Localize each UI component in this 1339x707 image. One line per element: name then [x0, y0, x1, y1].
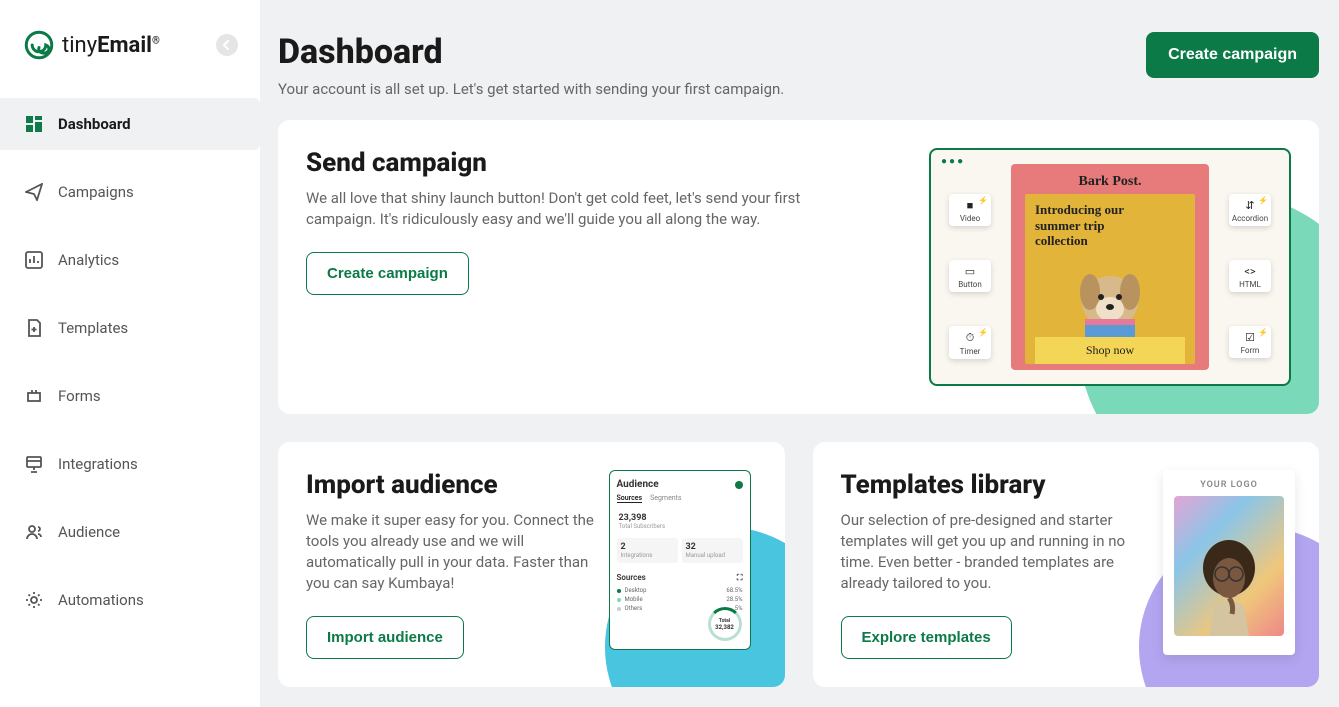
logo[interactable]: tinyEmail® — [22, 28, 160, 62]
tool-chip-accordion: ⚡⇵Accordion — [1229, 194, 1271, 226]
sidebar-item-label: Audience — [58, 523, 120, 541]
audience-preview: Audience SourcesSegments 23,398Total Sub… — [609, 470, 751, 650]
import-audience-card: Import audience We make it super easy fo… — [278, 442, 785, 687]
sidebar-item-label: Forms — [58, 387, 101, 405]
import-audience-button[interactable]: Import audience — [306, 616, 464, 659]
templates-icon — [24, 318, 44, 338]
person-illustration-icon — [1184, 526, 1274, 636]
sidebar-item-label: Automations — [58, 591, 144, 609]
dashboard-icon — [24, 114, 44, 134]
main: Dashboard Your account is all set up. Le… — [260, 0, 1339, 707]
create-campaign-button[interactable]: Create campaign — [1146, 32, 1319, 78]
integrations-icon — [24, 454, 44, 474]
sidebar-item-label: Templates — [58, 319, 128, 337]
automations-icon — [24, 590, 44, 610]
sidebar-item-label: Analytics — [58, 251, 119, 269]
nav: Dashboard Campaigns Analytics Templates … — [0, 90, 260, 634]
sidebar-item-label: Dashboard — [58, 115, 131, 133]
create-campaign-outline-button[interactable]: Create campaign — [306, 252, 469, 295]
sidebar-item-dashboard[interactable]: Dashboard — [0, 98, 260, 150]
logo-text: tinyEmail® — [62, 33, 160, 58]
sidebar-header: tinyEmail® — [0, 0, 260, 90]
sidebar-item-analytics[interactable]: Analytics — [0, 234, 260, 286]
sidebar-item-audience[interactable]: Audience — [0, 506, 260, 558]
page-header: Dashboard Your account is all set up. Le… — [278, 32, 1319, 98]
window-dots-icon: ●●● — [941, 156, 965, 167]
dog-illustration-icon — [1065, 257, 1155, 337]
tool-chip-button: ▭Button — [949, 260, 991, 292]
sidebar-item-templates[interactable]: Templates — [0, 302, 260, 354]
analytics-icon — [24, 250, 44, 270]
sidebar-item-integrations[interactable]: Integrations — [0, 438, 260, 490]
explore-templates-button[interactable]: Explore templates — [841, 616, 1012, 659]
template-preview: YOUR LOGO — [1163, 470, 1295, 655]
preview-logo-text: YOUR LOGO — [1163, 470, 1295, 496]
send-icon — [24, 182, 44, 202]
sidebar-item-automations[interactable]: Automations — [0, 574, 260, 626]
collapse-sidebar-button[interactable] — [216, 34, 238, 56]
sidebar-item-label: Campaigns — [58, 183, 134, 201]
page-subtitle: Your account is all set up. Let's get st… — [278, 80, 784, 98]
forms-icon — [24, 386, 44, 406]
page-title: Dashboard — [278, 32, 784, 72]
audience-icon — [24, 522, 44, 542]
preview-cta: Shop now — [1035, 337, 1185, 364]
tool-chip-timer: ⚡⏱Timer — [949, 326, 991, 359]
preview-brand: Bark Post. — [1025, 174, 1195, 190]
sidebar: tinyEmail® Dashboard Campaigns Analytics… — [0, 0, 260, 707]
preview-headline: Introducing our summer trip collection — [1035, 202, 1145, 249]
tool-chip-html: <>HTML — [1229, 260, 1271, 292]
card-title: Send campaign — [306, 148, 866, 178]
templates-library-card: Templates library Our selection of pre-d… — [813, 442, 1320, 687]
send-campaign-card: Send campaign We all love that shiny lau… — [278, 120, 1319, 414]
editor-preview: ●●● Bark Post. Introducing our summer tr… — [929, 148, 1291, 386]
tool-chip-video: ⚡■Video — [949, 194, 991, 226]
card-description: We make it super easy for you. Connect t… — [306, 510, 596, 594]
card-description: Our selection of pre-designed and starte… — [841, 510, 1131, 594]
logo-icon — [22, 28, 56, 62]
sidebar-item-forms[interactable]: Forms — [0, 370, 260, 422]
tool-chip-form: ⚡☑Form — [1229, 326, 1271, 358]
sidebar-item-label: Integrations — [58, 455, 138, 473]
sidebar-item-campaigns[interactable]: Campaigns — [0, 166, 260, 218]
card-description: We all love that shiny launch button! Do… — [306, 188, 846, 230]
